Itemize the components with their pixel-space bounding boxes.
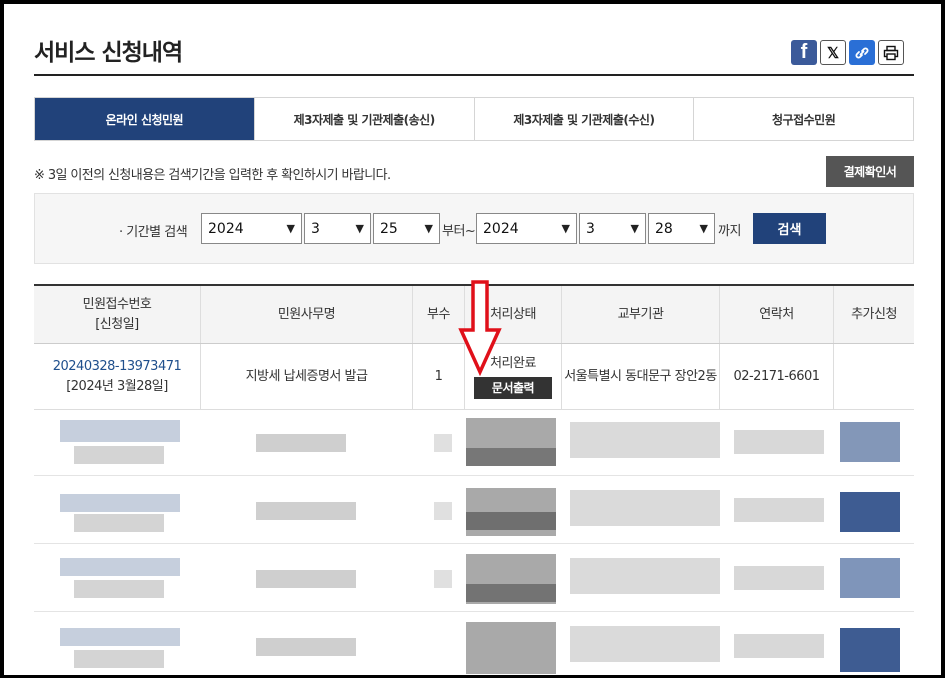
chevron-down-icon: ▼ [355,222,364,235]
chevron-down-icon: ▼ [630,222,639,235]
issuing-office: 서울특별시 동대문구 장안2동 [562,344,720,409]
from-day-select[interactable]: 25 ▼ [373,213,440,244]
page-title: 서비스 신청내역 [34,40,183,66]
to-day-select[interactable]: 28 ▼ [648,213,715,244]
tab-third-party-sent[interactable]: 제3자제출 및 기관제출(송신) [253,98,474,140]
chevron-down-icon: ▼ [424,222,433,235]
x-share-icon[interactable]: 𝕏 [820,40,846,65]
to-day-value: 28 [655,220,673,237]
blurred-row [34,614,914,675]
print-document-button[interactable]: 문서출력 [474,377,552,399]
chevron-down-icon: ▼ [561,222,570,235]
header-apply-date: [신청일] [95,316,139,332]
blurred-rows [34,410,914,675]
from-year-select[interactable]: 2024 ▼ [201,213,302,244]
chevron-down-icon: ▼ [286,222,295,235]
from-suffix: 부터~ [442,224,476,239]
tab-online-applications[interactable]: 온라인 신청민원 [35,98,254,140]
from-year-value: 2024 [208,220,244,237]
payment-confirmation-button[interactable]: 결제확인서 [826,156,914,187]
to-suffix: 까지 [718,224,741,239]
col-contact: 연락처 [720,286,834,343]
col-service-name: 민원사무명 [201,286,413,343]
contact-phone: 02-2171-6601 [720,344,834,409]
blurred-row [34,546,914,612]
to-year-value: 2024 [483,220,519,237]
blurred-row [34,410,914,476]
from-month-select[interactable]: 3 ▼ [304,213,371,244]
cell-receipt: 20240328-13973471 [2024년 3월28일] [34,344,201,409]
tab-third-party-received[interactable]: 제3자제출 및 기관제출(수신) [473,98,694,140]
search-button[interactable]: 검색 [753,213,826,244]
print-icon[interactable] [878,40,904,65]
col-receipt-number: 민원접수번호 [신청일] [34,286,201,343]
search-panel: · 기간별 검색 2024 ▼ 3 ▼ 25 ▼ 부터~ 2024 ▼ 3 ▼ 28 ▼ 까… [34,193,914,264]
to-year-select[interactable]: 2024 ▼ [476,213,577,244]
col-extra-request: 추가신청 [851,306,897,322]
chevron-down-icon: ▼ [699,222,708,235]
apply-date: [2024년 3월28일] [66,378,168,394]
col-issuing-office: 교부기관 [562,286,720,343]
red-down-arrow-icon [458,280,502,376]
receipt-number-link[interactable]: 20240328-13973471 [53,357,182,377]
to-month-select[interactable]: 3 ▼ [579,213,646,244]
search-label: · 기간별 검색 [119,225,188,240]
link-copy-icon[interactable] [849,40,875,65]
tab-claim-receipts[interactable]: 청구접수민원 [693,98,913,140]
from-month-value: 3 [311,220,320,237]
from-day-value: 25 [380,220,398,237]
notice-text: ※ 3일 이전의 신청내용은 검색기간을 입력한 후 확인하시기 바랍니다. [34,168,391,183]
blurred-row [34,478,914,544]
facebook-share-icon[interactable]: f [791,40,817,65]
extra-request [834,344,914,409]
title-divider [34,74,914,76]
header-receipt-number: 민원접수번호 [82,296,152,312]
tab-bar: 온라인 신청민원 제3자제출 및 기관제출(송신) 제3자제출 및 기관제출(수… [34,97,914,141]
service-name: 지방세 납세증명서 발급 [201,344,413,409]
to-month-value: 3 [586,220,595,237]
